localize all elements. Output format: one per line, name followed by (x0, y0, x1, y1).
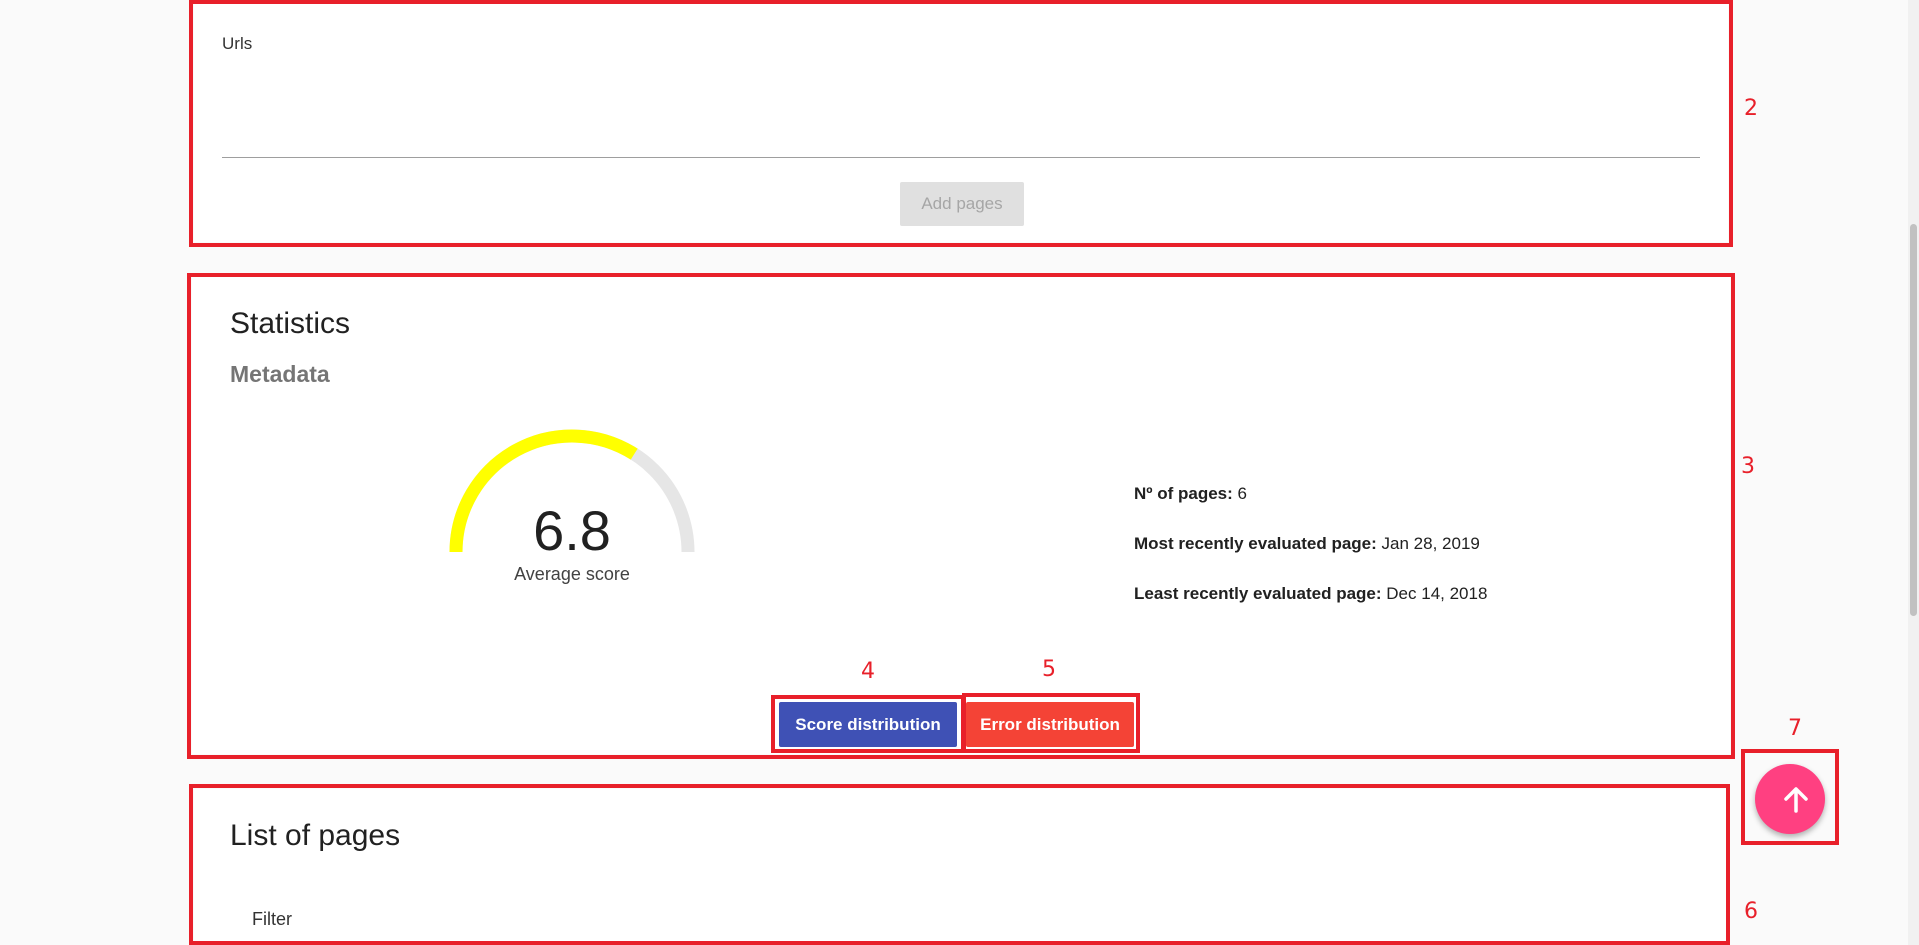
annotation-label-3: 3 (1741, 454, 1755, 479)
annotation-box-5 (962, 693, 1140, 753)
annotation-box-7 (1741, 749, 1839, 845)
annotation-box-3 (187, 273, 1735, 759)
annotation-label-7: 7 (1788, 716, 1802, 741)
annotation-label-6: 6 (1744, 899, 1758, 924)
annotation-box-6 (189, 784, 1730, 945)
annotation-label-4: 4 (861, 659, 875, 684)
annotation-box-4 (771, 695, 965, 753)
annotation-label-2: 2 (1744, 96, 1758, 121)
annotation-box-2 (189, 0, 1733, 247)
annotation-label-5: 5 (1042, 657, 1056, 682)
scrollbar-thumb[interactable] (1910, 224, 1917, 616)
scrollbar[interactable] (1908, 0, 1919, 945)
